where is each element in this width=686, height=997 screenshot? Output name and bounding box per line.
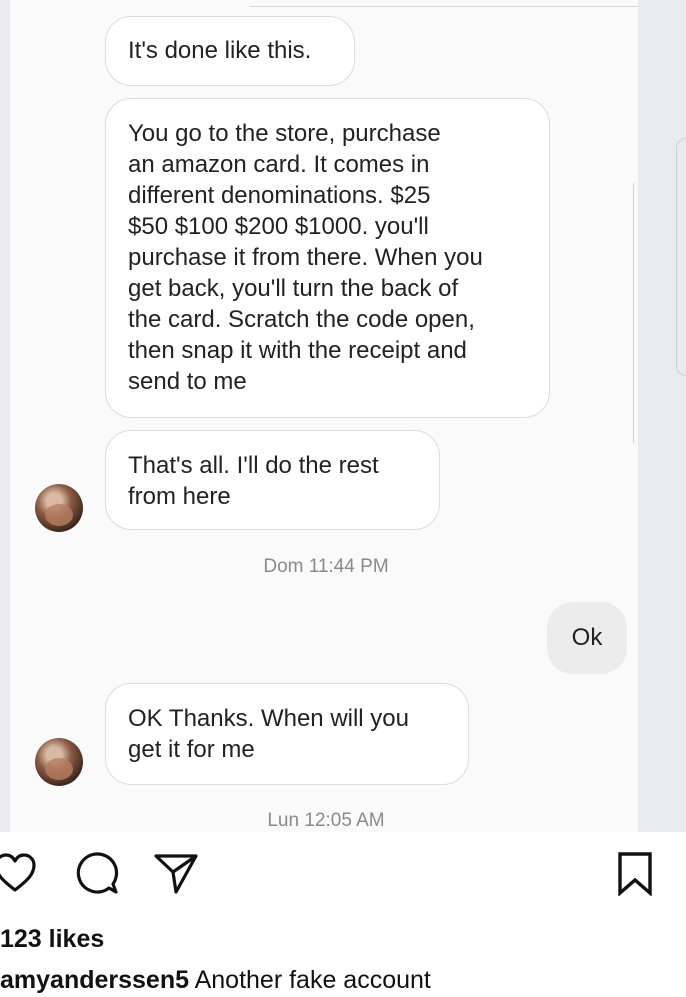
chat-screenshot: It's done like this. You go to the store… (0, 0, 686, 832)
outgoing-message: Ok (547, 602, 627, 674)
share-icon[interactable] (153, 850, 199, 896)
bookmark-icon[interactable] (612, 850, 658, 897)
timestamp: Lun 12:05 AM (267, 810, 385, 831)
caption-username[interactable]: amyanderssen5 (0, 966, 189, 994)
scroll-indicator (633, 182, 638, 444)
incoming-message: OK Thanks. When will you get it for me (105, 683, 469, 785)
divider (250, 6, 638, 7)
comment-icon[interactable] (74, 850, 120, 896)
contact-avatar (35, 738, 83, 786)
contact-avatar (35, 484, 83, 532)
caption-text: Another fake account (194, 966, 431, 994)
heart-icon[interactable] (0, 850, 38, 896)
side-panel-edge (676, 138, 686, 376)
post-caption: amyanderssen5 Another fake account (0, 966, 431, 995)
incoming-message: You go to the store, purchase an amazon … (105, 98, 550, 418)
incoming-message: It's done like this. (105, 16, 355, 86)
incoming-message: That's all. I'll do the rest from here (105, 430, 440, 530)
likes-count[interactable]: 123 likes (0, 925, 104, 954)
timestamp: Dom 11:44 PM (263, 556, 389, 577)
post-action-bar (0, 850, 686, 906)
